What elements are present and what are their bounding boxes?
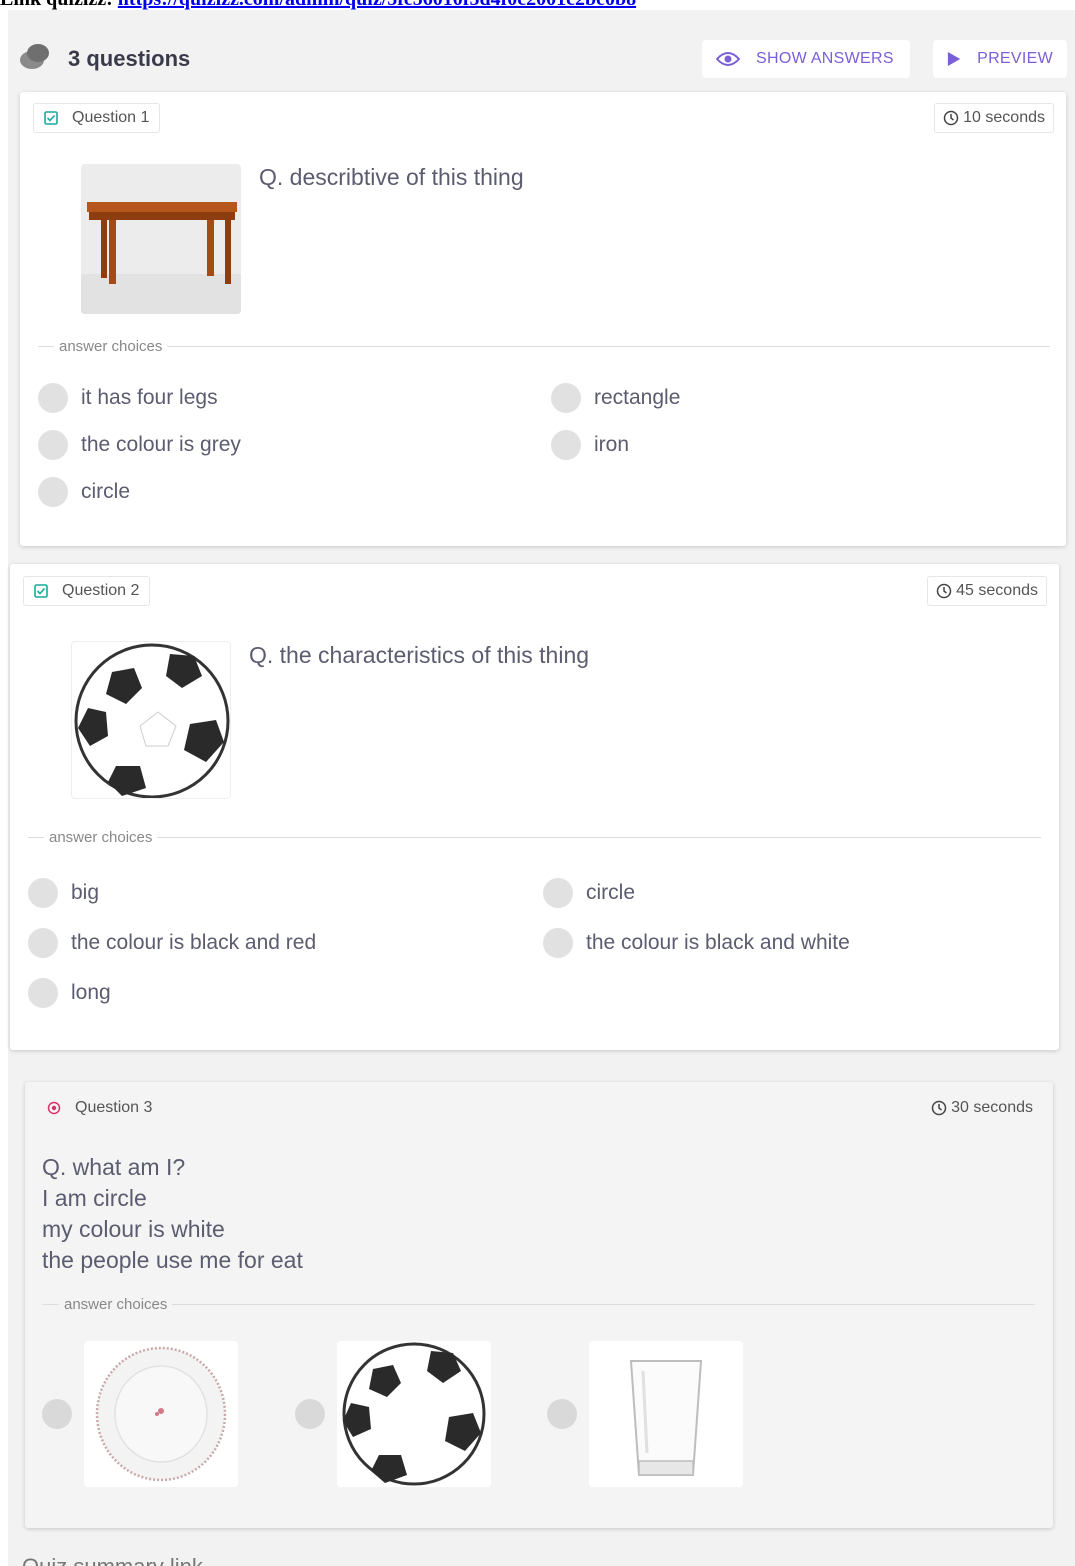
question-tag: Question 1	[33, 103, 161, 133]
answer-option[interactable]: circle	[543, 878, 635, 908]
soccer-ball-image	[71, 641, 231, 799]
question-card-2: Question 2 45 seconds Q. the characteris…	[10, 564, 1059, 1050]
quiz-url-link[interactable]: https://quizizz.com/admin/quiz/5fe56010f…	[118, 0, 636, 10]
radio-button[interactable]	[551, 383, 581, 413]
footer-peek-text: Quiz summary link	[22, 1554, 203, 1566]
soccer-ball-image	[337, 1341, 491, 1487]
question-text: Q. what am I? I am circle my colour is w…	[42, 1152, 303, 1276]
question-text: Q. the characteristics of this thing	[249, 642, 590, 668]
image-answer-option[interactable]	[547, 1341, 743, 1487]
preview-label: PREVIEW	[977, 50, 1053, 67]
radio-button[interactable]	[551, 430, 581, 460]
option-label: long	[71, 981, 111, 1004]
option-label: it has four legs	[81, 386, 218, 409]
option-label: the colour is black and red	[71, 931, 317, 954]
answer-option[interactable]: big	[28, 878, 99, 908]
question-tag: Question 2	[23, 576, 151, 606]
radio-button[interactable]	[547, 1399, 577, 1429]
radio-button[interactable]	[28, 928, 58, 958]
answer-choices-label: answer choices	[44, 829, 158, 846]
question-text-line: I am circle	[42, 1185, 147, 1211]
time-label: 10 seconds	[963, 109, 1045, 126]
radio-button[interactable]	[38, 477, 68, 507]
image-answer-option[interactable]	[295, 1341, 491, 1487]
answer-choices-label: answer choices	[59, 1296, 173, 1313]
answer-choices-divider: answer choices	[38, 338, 1050, 355]
answer-choices-divider: answer choices	[28, 829, 1041, 846]
clock-icon	[931, 1100, 947, 1116]
glass-image	[589, 1341, 743, 1487]
radio-button[interactable]	[38, 383, 68, 413]
show-answers-label: SHOW ANSWERS	[756, 50, 894, 67]
radio-button[interactable]	[38, 430, 68, 460]
quiz-header: 3 questions SHOW ANSWERS PREVIEW	[18, 38, 1068, 82]
option-label: the colour is black and white	[586, 931, 850, 954]
question-text-line: Q. what am I?	[42, 1154, 186, 1180]
question-tag-label: Question 2	[62, 582, 140, 599]
questions-bubble-icon	[20, 44, 49, 69]
show-answers-button[interactable]: SHOW ANSWERS	[702, 40, 910, 78]
answer-option[interactable]: rectangle	[551, 383, 680, 413]
option-label: rectangle	[594, 386, 681, 409]
radio-button[interactable]	[28, 878, 58, 908]
time-label: 45 seconds	[956, 582, 1038, 599]
option-label: iron	[594, 433, 630, 456]
answer-option[interactable]: the colour is black and white	[543, 928, 850, 958]
question-count-title: 3 questions	[68, 46, 191, 71]
radio-button[interactable]	[543, 878, 573, 908]
answer-option[interactable]: circle	[38, 477, 130, 507]
time-badge: 10 seconds	[934, 103, 1054, 133]
answer-option[interactable]: long	[28, 978, 111, 1008]
time-badge: 30 seconds	[923, 1093, 1041, 1123]
question-text-line: my colour is white	[42, 1216, 225, 1242]
option-label: circle	[81, 480, 131, 503]
play-icon	[947, 51, 961, 67]
answer-option[interactable]: iron	[551, 430, 629, 460]
radio-target-icon	[47, 1101, 61, 1115]
checkbox-icon	[34, 584, 48, 598]
answer-option[interactable]: the colour is black and red	[28, 928, 316, 958]
table-image	[81, 164, 241, 314]
question-text: Q. describtive of this thing	[259, 164, 524, 190]
question-tag-label: Question 1	[72, 109, 150, 126]
time-label: 30 seconds	[951, 1099, 1033, 1116]
radio-button[interactable]	[543, 928, 573, 958]
option-label: circle	[586, 881, 636, 904]
answer-choices-label: answer choices	[54, 338, 168, 355]
top-link-line: Link quizizz: https://quizizz.com/admin/…	[0, 0, 636, 10]
answer-option[interactable]: it has four legs	[38, 383, 218, 413]
time-badge: 45 seconds	[927, 576, 1047, 606]
answer-choices-divider: answer choices	[43, 1296, 1035, 1313]
radio-button[interactable]	[42, 1399, 72, 1429]
clock-icon	[943, 110, 959, 126]
plate-image	[84, 1341, 238, 1487]
option-label: the colour is grey	[81, 433, 241, 456]
option-label: big	[71, 881, 100, 904]
top-link-label: Link quizizz:	[0, 0, 113, 10]
radio-button[interactable]	[295, 1399, 325, 1429]
preview-button[interactable]: PREVIEW	[933, 40, 1067, 78]
question-card-3: Question 3 30 seconds Q. what am I? I am…	[25, 1082, 1053, 1528]
image-answer-option[interactable]	[42, 1341, 238, 1487]
question-tag-label: Question 3	[75, 1099, 153, 1116]
question-text-line: the people use me for eat	[42, 1247, 303, 1273]
eye-icon	[716, 52, 740, 66]
question-tag: Question 3	[37, 1093, 162, 1123]
answer-option[interactable]: the colour is grey	[38, 430, 241, 460]
radio-button[interactable]	[28, 978, 58, 1008]
question-card-1: Question 1 10 seconds Q. describtive of …	[20, 92, 1066, 546]
clock-icon	[936, 583, 952, 599]
checkbox-icon	[44, 111, 58, 125]
